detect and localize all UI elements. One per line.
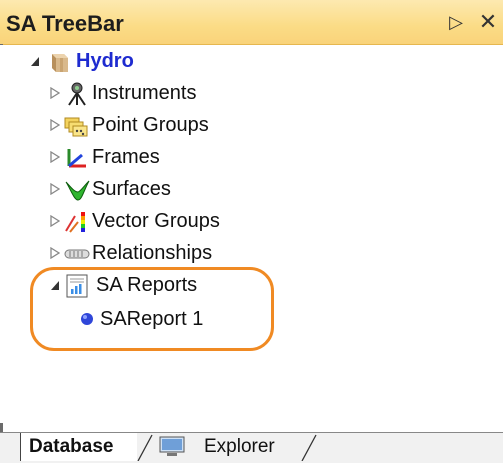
surfaces-icon <box>65 180 90 201</box>
expanded-arrow-icon[interactable] <box>30 55 40 67</box>
sa-treebar-panel: SA TreeBar ▷ ✕ Hydro Instruments Point G… <box>0 0 503 463</box>
collapsed-arrow-icon[interactable] <box>50 183 60 195</box>
relationships-icon <box>64 249 90 259</box>
tree-node-label: Frames <box>92 146 160 168</box>
tab-divider <box>301 434 317 461</box>
tree-node-point-groups[interactable]: Point Groups <box>0 111 320 141</box>
tree-node-label: Point Groups <box>92 114 209 136</box>
tab-explorer[interactable]: Explorer <box>158 433 318 461</box>
tree-node-label: Relationships <box>92 242 213 264</box>
highlight-annotation <box>30 267 274 351</box>
collapsed-arrow-icon[interactable] <box>50 247 60 259</box>
tree-node-vector-groups[interactable]: Vector Groups <box>0 207 320 237</box>
tree-view[interactable]: Hydro Instruments Point Groups Frames Su… <box>0 45 503 423</box>
frames-icon <box>67 149 86 168</box>
tree-node-label: Surfaces <box>92 178 171 200</box>
tab-label: Database <box>29 436 114 457</box>
collapsed-arrow-icon[interactable] <box>50 119 60 131</box>
panel-title: SA TreeBar <box>6 11 124 36</box>
tab-divider <box>137 434 153 461</box>
vector-groups-icon <box>65 212 85 233</box>
tree-node-frames[interactable]: Frames <box>0 143 320 173</box>
tree-node-instruments[interactable]: Instruments <box>0 79 320 109</box>
tab-label: Explorer <box>204 436 275 457</box>
tab-database[interactable]: Database <box>20 433 137 461</box>
tree-node-relationships[interactable]: Relationships <box>0 239 320 269</box>
tree-node-surfaces[interactable]: Surfaces <box>0 175 320 205</box>
tree-node-label: Vector Groups <box>92 210 220 232</box>
bottom-tab-bar: Database Explorer <box>0 432 503 463</box>
tree-node-label: Instruments <box>92 82 197 104</box>
close-icon[interactable]: ✕ <box>476 11 500 33</box>
collapsed-arrow-icon[interactable] <box>50 87 60 99</box>
point-groups-icon <box>64 117 88 137</box>
collapsed-arrow-icon[interactable] <box>50 215 60 227</box>
pin-icon[interactable]: ▷ <box>444 11 468 33</box>
tree-node-label: Hydro <box>76 50 134 72</box>
tree-node-hydro[interactable]: Hydro <box>0 47 300 77</box>
title-bar[interactable]: SA TreeBar ▷ ✕ <box>0 0 503 45</box>
collapsed-arrow-icon[interactable] <box>50 151 60 163</box>
hydro-package-icon <box>52 54 68 72</box>
monitor-icon <box>159 436 185 456</box>
instrument-icon <box>68 82 86 106</box>
